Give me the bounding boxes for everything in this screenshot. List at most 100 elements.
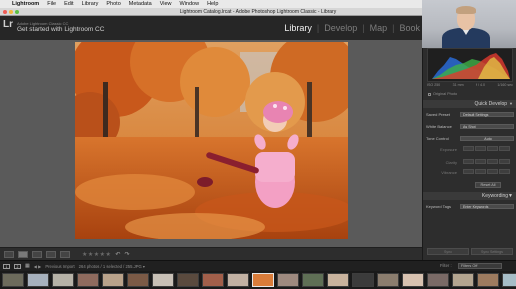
- filmstrip-thumbnail[interactable]: [427, 273, 449, 287]
- exposure-minus-button[interactable]: [475, 146, 486, 151]
- filmstrip-thumbnail[interactable]: [102, 273, 124, 287]
- module-map[interactable]: Map: [370, 23, 388, 33]
- filmstrip-thumbnail[interactable]: [277, 273, 299, 287]
- reset-all-button[interactable]: Reset All: [475, 182, 501, 188]
- sync-button[interactable]: Sync: [427, 248, 469, 255]
- filmstrip-thumbnail[interactable]: [452, 273, 474, 287]
- grid-view-button[interactable]: [4, 250, 14, 258]
- original-photo-checkbox[interactable]: [428, 92, 431, 96]
- menu-item-window[interactable]: Window: [180, 1, 200, 7]
- window-controls: [3, 10, 19, 14]
- filmstrip-thumbnail[interactable]: [52, 273, 74, 287]
- filmstrip-source[interactable]: Previous Import: [45, 264, 74, 269]
- filmstrip-thumbnail[interactable]: [477, 273, 499, 287]
- menu-item-view[interactable]: View: [160, 1, 172, 7]
- rotate-left-icon[interactable]: ↶: [115, 251, 120, 258]
- vibrance-minus-big-button[interactable]: [463, 169, 474, 174]
- get-started-link[interactable]: Get started with Lightroom CC: [17, 26, 104, 33]
- people-view-button[interactable]: [60, 250, 70, 258]
- presenter-hair: [456, 6, 476, 14]
- clarity-minus-button[interactable]: [475, 159, 486, 164]
- star-rating[interactable]: ★★★★★: [82, 251, 111, 258]
- quick-develop-header[interactable]: Quick Develop ▼: [423, 100, 516, 108]
- clarity-plus-button[interactable]: [487, 159, 498, 164]
- module-picker: Library | Develop | Map | Book: [284, 23, 420, 33]
- filmstrip-thumbnail[interactable]: [202, 273, 224, 287]
- survey-view-button[interactable]: [46, 250, 56, 258]
- filmstrip-nav-arrows[interactable]: ◀ ▶: [34, 264, 42, 269]
- filmstrip-thumbnail[interactable]: [377, 273, 399, 287]
- filmstrip-thumbnail[interactable]: [177, 273, 199, 287]
- menu-item-metadata[interactable]: Metadata: [129, 1, 152, 7]
- menu-item-file[interactable]: File: [47, 1, 56, 7]
- rotate-right-icon[interactable]: ↷: [124, 251, 129, 258]
- filmstrip-thumbnail[interactable]: [402, 273, 424, 287]
- compare-view-button[interactable]: [32, 250, 42, 258]
- loupe-view-button[interactable]: [18, 250, 28, 258]
- filmstrip-thumbnail[interactable]: [352, 273, 374, 287]
- exposure-plus-button[interactable]: [487, 146, 498, 151]
- main-window-monitor-button[interactable]: 1: [3, 263, 10, 269]
- exif-shutter: 1/160 sec: [497, 83, 513, 87]
- module-develop[interactable]: Develop: [324, 23, 357, 33]
- filter-label: Filter :: [440, 263, 452, 268]
- vibrance-buttons: [463, 169, 510, 174]
- filmstrip-thumbnail[interactable]: [227, 273, 249, 287]
- grid-icon[interactable]: ▦: [25, 263, 30, 269]
- filmstrip-thumbnail[interactable]: [77, 273, 99, 287]
- histogram-graph: [432, 53, 510, 79]
- keywording-title: Keywording: [481, 193, 509, 199]
- filmstrip-header: 1 2 ▦ ◀ ▶ Previous Import 264 photos / 1…: [0, 260, 516, 271]
- filmstrip-thumbnail[interactable]: [252, 273, 274, 287]
- histogram[interactable]: [427, 48, 513, 82]
- white-balance-dropdown[interactable]: As Shot: [460, 123, 514, 129]
- menu-item-library[interactable]: Library: [82, 1, 99, 7]
- keyword-tags-dropdown[interactable]: Enter Keywords: [460, 203, 514, 209]
- filmstrip-thumbnail[interactable]: [152, 273, 174, 287]
- module-separator: |: [392, 23, 395, 33]
- menu-item-help[interactable]: Help: [207, 1, 218, 7]
- lightroom-window: Lightroom File Edit Library Photo Metada…: [0, 0, 516, 289]
- auto-tone-button[interactable]: Auto: [460, 135, 514, 141]
- photo-autumn-child: [75, 42, 348, 239]
- filmstrip-count[interactable]: 264 photos / 1 selected / 255.JPG ▾: [79, 264, 145, 269]
- quick-develop-title: Quick Develop: [474, 101, 508, 107]
- menu-app-name[interactable]: Lightroom: [12, 1, 39, 7]
- saved-preset-dropdown[interactable]: Default Settings: [460, 111, 514, 117]
- main-photo[interactable]: [75, 42, 348, 239]
- vibrance-plus-button[interactable]: [487, 169, 498, 174]
- exposure-plus-big-button[interactable]: [499, 146, 510, 151]
- filmstrip-thumbnail[interactable]: [2, 273, 24, 287]
- filmstrip[interactable]: [0, 271, 516, 289]
- original-photo-label: Original Photo: [433, 92, 458, 96]
- collapse-triangle-icon: ▼: [509, 101, 513, 106]
- filmstrip-thumbnail[interactable]: [327, 273, 349, 287]
- filmstrip-thumbnail[interactable]: [502, 273, 516, 287]
- menu-item-photo[interactable]: Photo: [106, 1, 120, 7]
- saved-preset-row: Saved Preset Default Settings: [426, 111, 514, 117]
- keyword-tags-row: Keyword Tags Enter Keywords: [426, 203, 514, 209]
- clarity-minus-big-button[interactable]: [463, 159, 474, 164]
- vibrance-plus-big-button[interactable]: [499, 169, 510, 174]
- filter-dropdown[interactable]: Filters Off: [458, 263, 502, 269]
- filmstrip-thumbnail[interactable]: [27, 273, 49, 287]
- module-book[interactable]: Book: [399, 23, 420, 33]
- exposure-minus-big-button[interactable]: [463, 146, 474, 151]
- sync-settings-button[interactable]: Sync Settings: [471, 248, 513, 255]
- clarity-plus-big-button[interactable]: [499, 159, 510, 164]
- module-library[interactable]: Library: [284, 23, 312, 33]
- tone-control-label: Tone Control: [426, 135, 449, 141]
- filmstrip-thumbnail[interactable]: [127, 273, 149, 287]
- second-window-monitor-button[interactable]: 2: [14, 263, 21, 269]
- keywording-header[interactable]: Keywording▼: [423, 192, 516, 200]
- zoom-window-button[interactable]: [15, 10, 19, 14]
- minimize-window-button[interactable]: [9, 10, 13, 14]
- vibrance-minus-button[interactable]: [475, 169, 486, 174]
- white-balance-row: White Balance As Shot: [426, 123, 514, 129]
- filmstrip-thumbnail[interactable]: [302, 273, 324, 287]
- menu-item-edit[interactable]: Edit: [64, 1, 73, 7]
- module-separator: |: [316, 23, 320, 33]
- original-photo-toggle[interactable]: Original Photo: [428, 92, 457, 96]
- close-window-button[interactable]: [3, 10, 7, 14]
- module-separator: |: [362, 23, 365, 33]
